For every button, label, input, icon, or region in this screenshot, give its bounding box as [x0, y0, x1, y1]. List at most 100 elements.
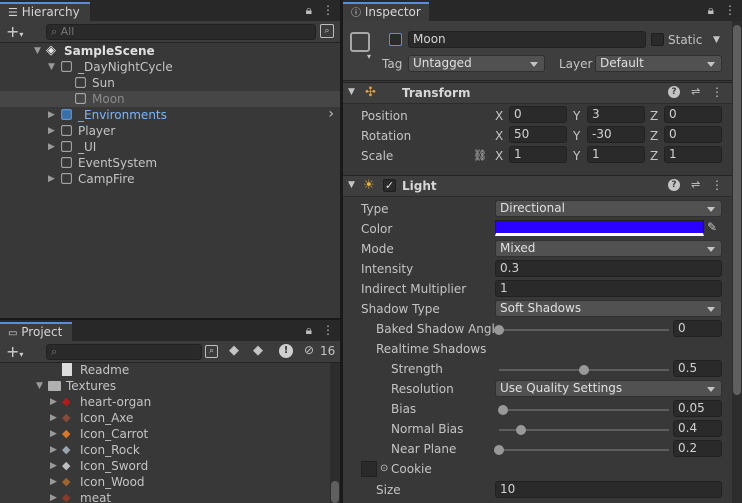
filter-by-label-icon[interactable]: ◆: [253, 343, 263, 358]
strength-field[interactable]: 0.5: [673, 360, 722, 377]
kebab-menu-icon[interactable]: ⋮: [322, 3, 334, 18]
tree-row[interactable]: ▶ Player: [0, 123, 340, 139]
mode-dropdown[interactable]: Mixed: [495, 240, 722, 257]
lock-icon[interactable]: 🔒︎: [306, 3, 312, 18]
project-search-input[interactable]: ⌕: [46, 344, 202, 360]
hidden-packages-icon[interactable]: ⊘: [304, 343, 314, 357]
tree-row[interactable]: ▶ ◆ meat: [0, 490, 328, 503]
foldout-collapsed-icon[interactable]: ▶: [50, 394, 57, 410]
indirect-multiplier-field[interactable]: 1: [495, 280, 722, 297]
slider-knob[interactable]: [494, 445, 504, 455]
filter-by-type-icon[interactable]: ◆: [229, 343, 239, 358]
transform-y-field[interactable]: -30: [587, 126, 645, 143]
transform-z-field[interactable]: 0: [664, 126, 722, 143]
active-checkbox[interactable]: [389, 33, 402, 46]
lock-icon[interactable]: 🔒︎: [708, 3, 714, 18]
light-enabled-checkbox[interactable]: ✓: [383, 179, 396, 192]
tab-project[interactable]: ▭ Project: [0, 322, 72, 341]
cookie-thumbnail[interactable]: [361, 461, 377, 477]
tab-hierarchy[interactable]: ☰ Hierarchy: [0, 2, 90, 21]
tree-row[interactable]: ▶ ◆ Icon_Rock: [0, 442, 328, 458]
transform-header[interactable]: ▼ ✣ Transform ? ⇌ ⋮: [343, 82, 732, 104]
normal-bias-field[interactable]: 0.4: [673, 420, 722, 437]
baked-shadow-angle-field[interactable]: 0: [673, 320, 722, 337]
transform-x-field[interactable]: 0: [509, 106, 567, 123]
hierarchy-search-input[interactable]: ⌕ All: [46, 24, 316, 40]
warning-icon[interactable]: !: [279, 344, 293, 358]
transform-z-field[interactable]: 1: [664, 146, 722, 163]
near-plane-slider[interactable]: [494, 441, 669, 457]
inspector-scrollbar[interactable]: [732, 21, 742, 503]
tree-row[interactable]: ▶ ◆ Icon_Axe: [0, 410, 328, 426]
static-checkbox[interactable]: [651, 33, 664, 46]
slider-knob[interactable]: [498, 405, 509, 415]
foldout-collapsed-icon[interactable]: ▶: [50, 410, 57, 426]
gameobject-icon-dropdown-arrow[interactable]: ▾: [367, 52, 371, 61]
tree-row[interactable]: EventSystem: [0, 155, 340, 171]
foldout-collapsed-icon[interactable]: ▶: [48, 171, 55, 187]
foldout-expanded-icon[interactable]: ▼: [48, 59, 55, 75]
tree-row[interactable]: ▶ ◆ heart-organ: [0, 394, 328, 410]
size-field[interactable]: 10: [495, 481, 722, 498]
slider-knob[interactable]: [494, 325, 504, 335]
tree-row[interactable]: ▶ CampFire: [0, 171, 340, 187]
slider-knob[interactable]: [516, 425, 527, 435]
tree-row[interactable]: ▼ ◈ SampleScene: [0, 43, 340, 59]
preset-icon[interactable]: ⇌: [691, 178, 700, 191]
intensity-field[interactable]: 0.3: [495, 260, 722, 277]
foldout-collapsed-icon[interactable]: ▶: [48, 139, 55, 155]
tree-row[interactable]: ▼ _DayNightCycle: [0, 59, 340, 75]
object-name-field[interactable]: Moon: [408, 31, 646, 48]
eyedropper-icon[interactable]: ✎: [707, 220, 717, 234]
static-dropdown-arrow[interactable]: ▼: [713, 35, 720, 45]
project-scrollbar-thumb[interactable]: [331, 481, 339, 503]
resolution-dropdown[interactable]: Use Quality Settings: [495, 380, 722, 397]
help-icon[interactable]: ?: [668, 179, 680, 191]
constrain-proportions-icon[interactable]: ⛓: [473, 148, 487, 164]
transform-z-field[interactable]: 0: [664, 106, 722, 123]
near-plane-field[interactable]: 0.2: [673, 440, 722, 457]
layer-dropdown[interactable]: Default: [595, 55, 722, 72]
tree-row[interactable]: ▼ Textures: [0, 378, 328, 394]
tree-row[interactable]: Readme: [0, 362, 328, 378]
foldout-expanded-icon[interactable]: ▼: [34, 43, 41, 59]
object-picker-icon[interactable]: ⊙: [380, 461, 388, 477]
slider-knob[interactable]: [579, 365, 589, 375]
foldout-collapsed-icon[interactable]: ▶: [50, 426, 57, 442]
search-by-type-icon[interactable]: ⌕: [205, 345, 218, 358]
strength-slider[interactable]: [495, 361, 669, 377]
light-header[interactable]: ▼ ☀ ✓ Light ? ⇌ ⋮: [343, 175, 732, 197]
transform-y-field[interactable]: 1: [587, 146, 645, 163]
help-icon[interactable]: ?: [668, 86, 680, 98]
tree-row-selected[interactable]: Moon: [0, 91, 340, 107]
foldout-collapsed-icon[interactable]: ▶: [50, 490, 57, 503]
foldout-collapsed-icon[interactable]: ▶: [50, 474, 57, 490]
search-by-type-icon[interactable]: ⌕: [320, 24, 334, 38]
tree-row[interactable]: ▶ _UI: [0, 139, 340, 155]
tree-row[interactable]: ▶ ◆ Icon_Sword: [0, 458, 328, 474]
baked-shadow-angle-slider[interactable]: [494, 321, 669, 337]
lock-icon[interactable]: 🔒︎: [306, 323, 312, 338]
tree-row[interactable]: ▶ _Environments ›: [0, 106, 340, 123]
foldout-collapsed-icon[interactable]: ▶: [50, 442, 57, 458]
foldout-collapsed-icon[interactable]: ▶: [48, 107, 55, 123]
tree-row[interactable]: ▶ ◆ Icon_Wood: [0, 474, 328, 490]
foldout-expanded-icon[interactable]: ▼: [36, 378, 43, 394]
foldout-collapsed-icon[interactable]: ▶: [48, 123, 55, 139]
kebab-menu-icon[interactable]: ⋮: [711, 178, 723, 192]
bias-field[interactable]: 0.05: [673, 400, 722, 417]
shadow-type-dropdown[interactable]: Soft Shadows: [495, 300, 722, 317]
foldout-collapsed-icon[interactable]: ▶: [50, 458, 57, 474]
tab-inspector[interactable]: ⓘ Inspector: [343, 2, 429, 21]
add-button[interactable]: +▾: [6, 342, 23, 361]
type-dropdown[interactable]: Directional: [495, 200, 722, 217]
transform-x-field[interactable]: 1: [509, 146, 567, 163]
transform-x-field[interactable]: 50: [509, 126, 567, 143]
bias-slider[interactable]: [495, 401, 669, 417]
tree-row[interactable]: Sun: [0, 75, 340, 91]
kebab-menu-icon[interactable]: ⋮: [724, 3, 736, 18]
add-button[interactable]: +▾: [6, 22, 23, 41]
inspector-scrollbar-thumb[interactable]: [733, 25, 741, 395]
color-swatch[interactable]: [495, 220, 704, 236]
kebab-menu-icon[interactable]: ⋮: [711, 85, 723, 99]
